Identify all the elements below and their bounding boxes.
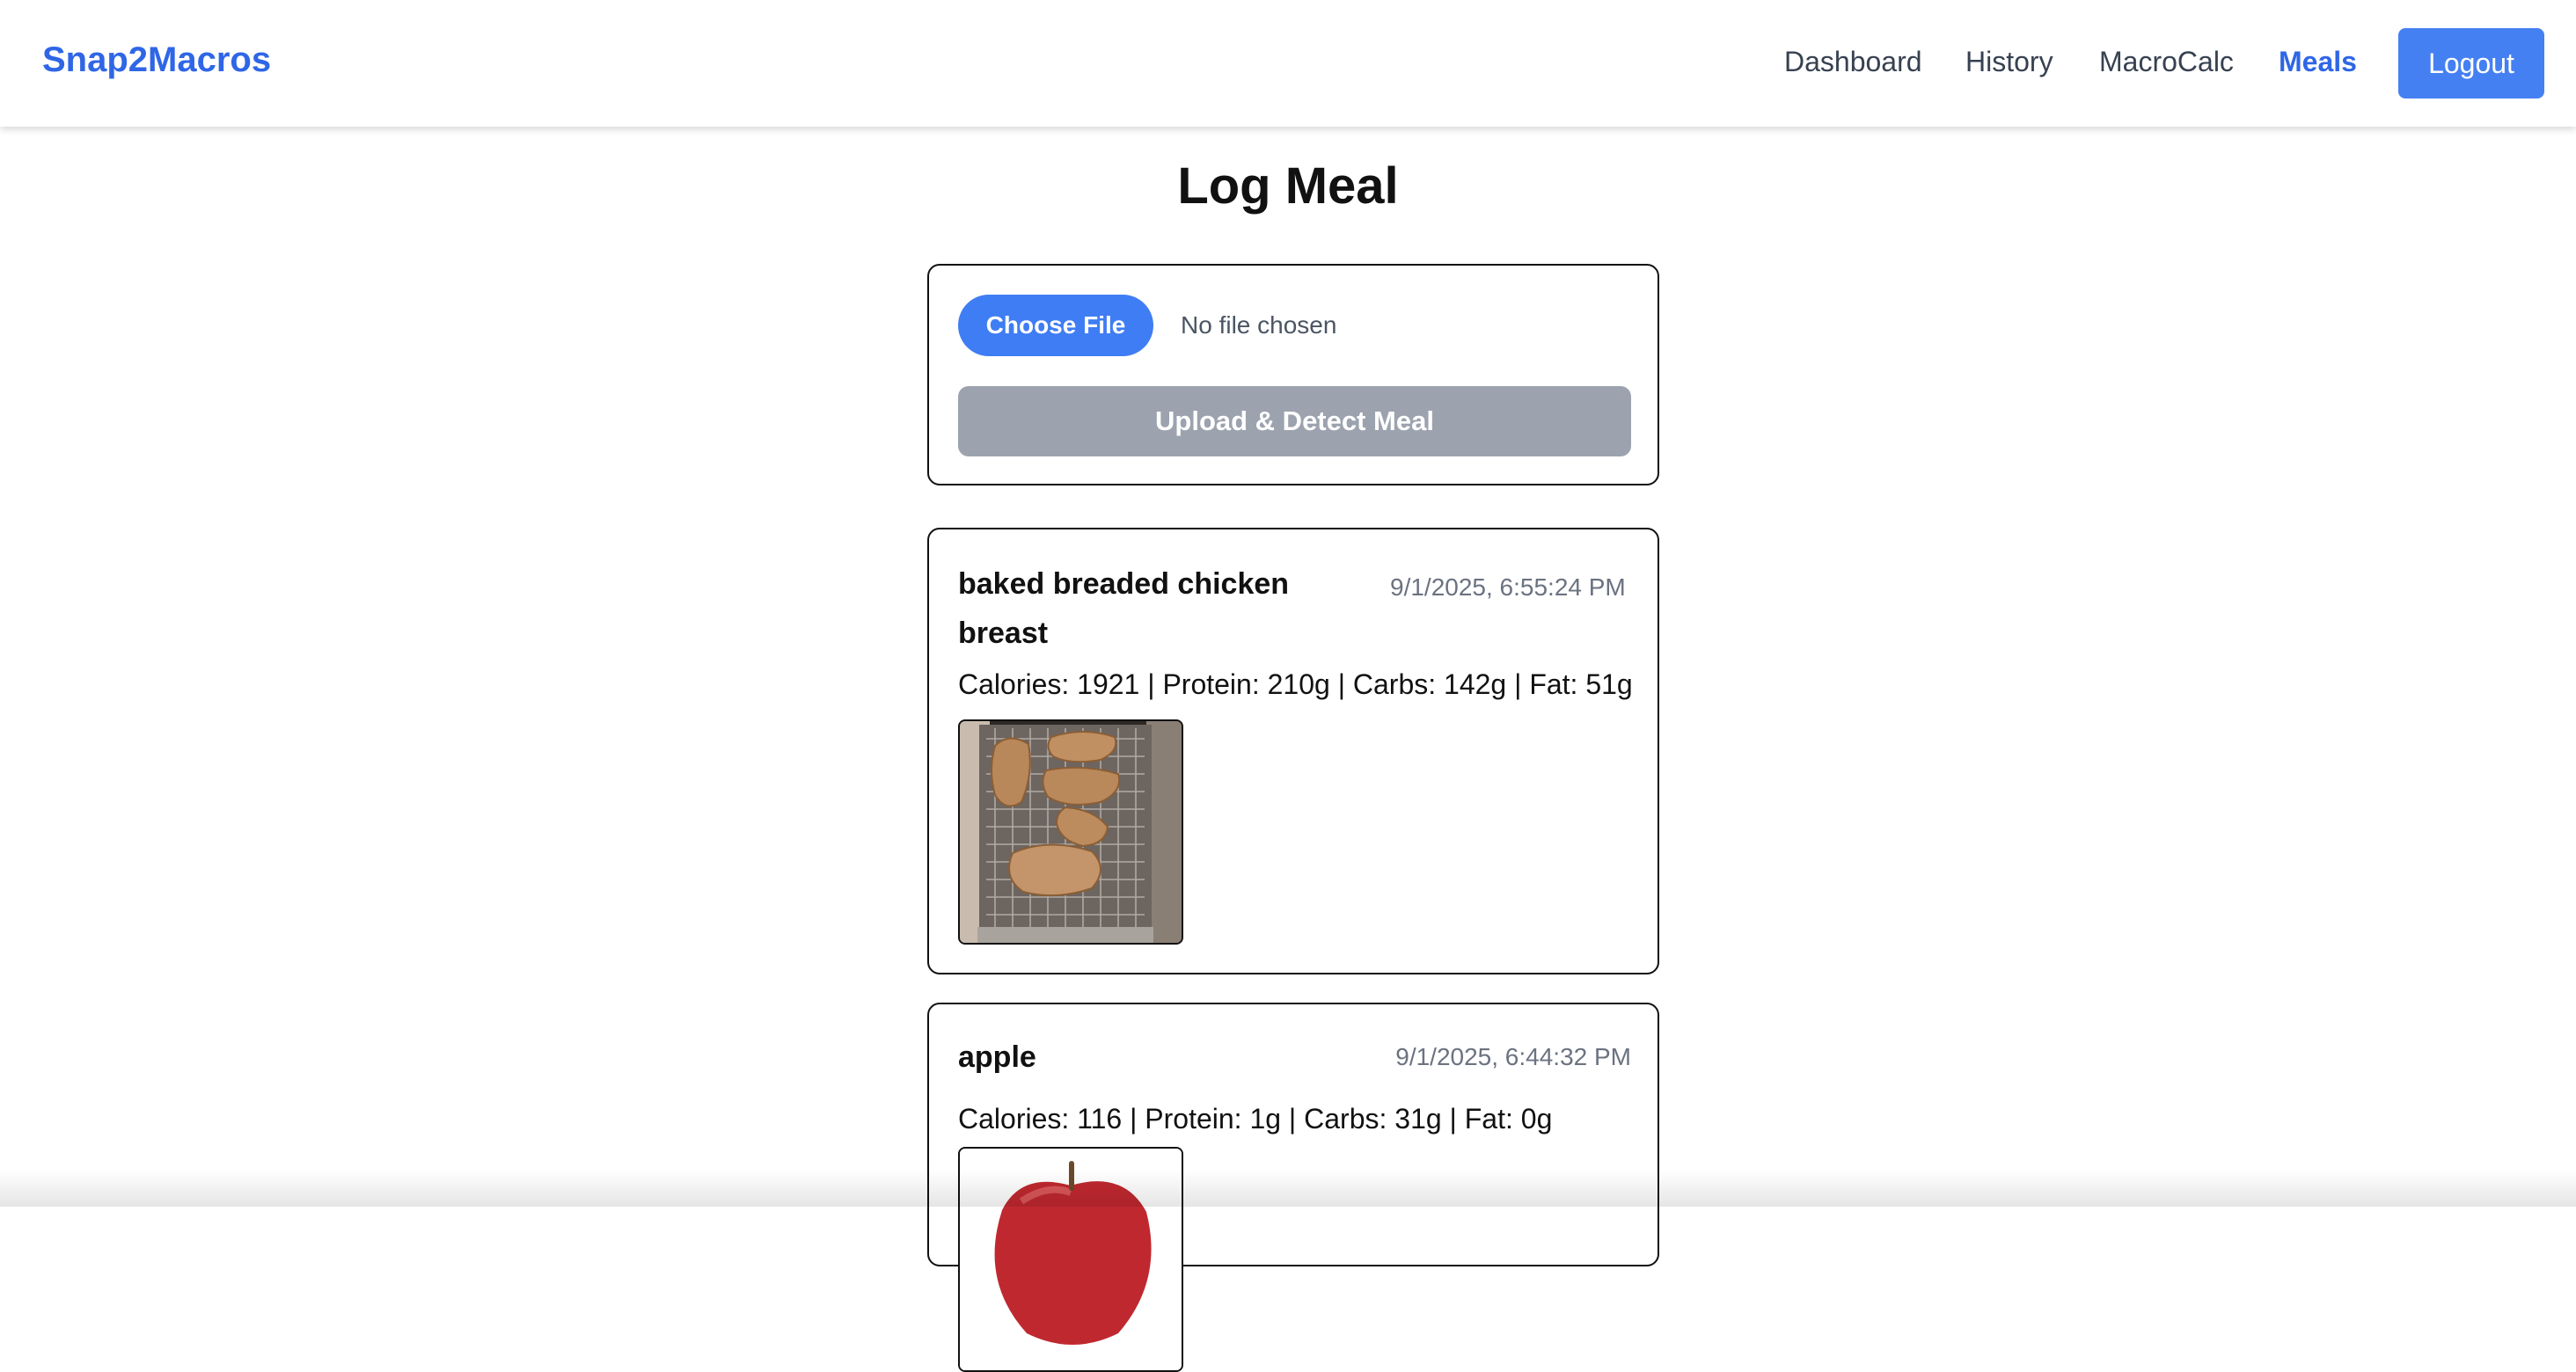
meal-timestamp: 9/1/2025, 6:55:24 PM: [1390, 573, 1626, 601]
breaded-chicken-photo-icon: [960, 721, 1182, 943]
meal-timestamp: 9/1/2025, 6:44:32 PM: [1395, 1043, 1631, 1070]
meal-photo[interactable]: [958, 1147, 1183, 1372]
meal-card: baked breaded chicken breast 9/1/2025, 6…: [927, 528, 1659, 974]
nav-link-history[interactable]: History: [1965, 46, 2053, 78]
meal-macros: Calories: 116 | Protein: 1g | Carbs: 31g…: [958, 1103, 1553, 1135]
top-navbar: Snap2Macros Dashboard History MacroCalc …: [0, 0, 2576, 127]
meal-name: apple: [958, 1040, 1036, 1074]
file-status-text: No file chosen: [1181, 311, 1337, 339]
nav-link-macrocalc[interactable]: MacroCalc: [2099, 46, 2234, 78]
nav-link-meals[interactable]: Meals: [2279, 46, 2357, 78]
page-title: Log Meal: [1177, 157, 1399, 215]
upload-form: Choose File No file chosen Upload & Dete…: [927, 264, 1659, 485]
meal-photo[interactable]: [958, 719, 1183, 945]
meal-macros: Calories: 1921 | Protein: 210g | Carbs: …: [958, 668, 1633, 700]
meal-card: apple 9/1/2025, 6:44:32 PM Calories: 116…: [927, 1003, 1659, 1372]
apple-photo-icon: [960, 1149, 1182, 1370]
brand-logo[interactable]: Snap2Macros: [42, 40, 271, 80]
upload-detect-button[interactable]: Upload & Detect Meal: [958, 386, 1631, 456]
choose-file-button[interactable]: Choose File: [958, 295, 1153, 356]
logout-button[interactable]: Logout: [2398, 28, 2544, 99]
nav-link-dashboard[interactable]: Dashboard: [1784, 46, 1922, 78]
meal-name: baked breaded chicken breast: [958, 567, 1290, 650]
